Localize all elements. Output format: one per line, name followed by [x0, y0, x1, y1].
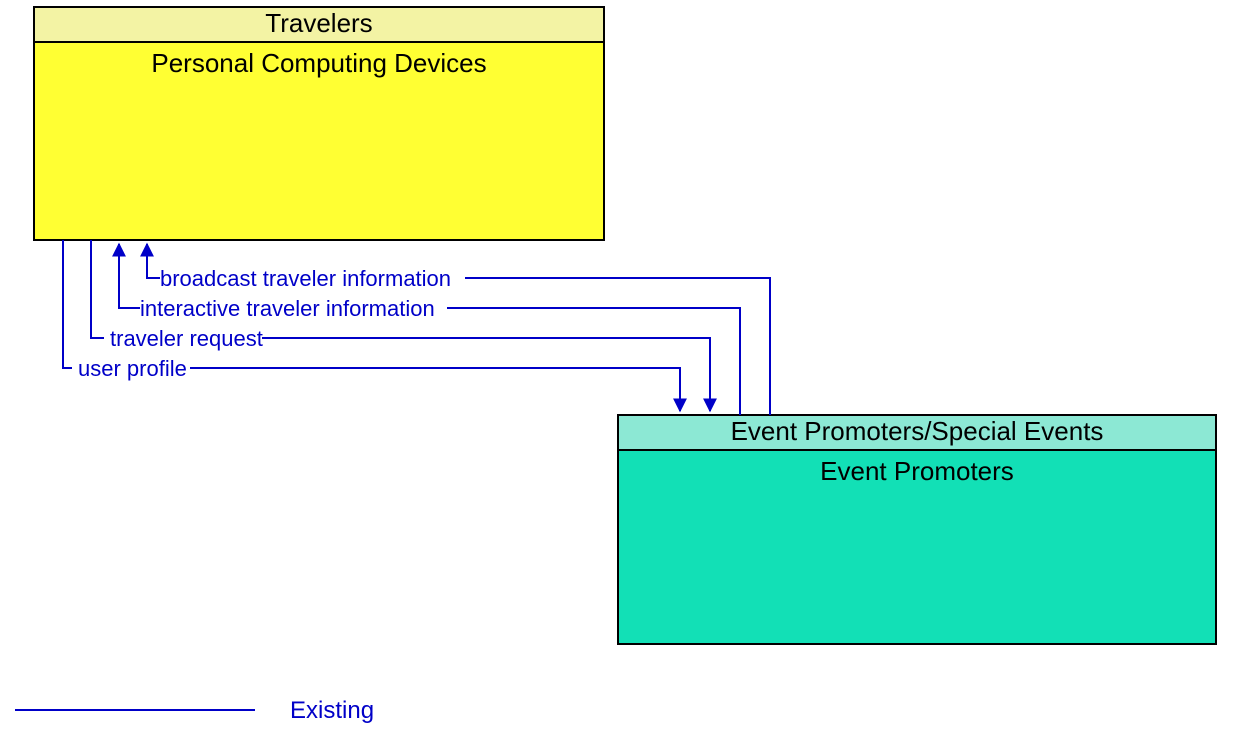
node-event-promoters: Event Promoters/Special Events Event Pro…: [618, 415, 1216, 644]
flow-broadcast-label: broadcast traveler information: [160, 266, 451, 291]
flow-interactive-label: interactive traveler information: [140, 296, 435, 321]
flow-user-profile-label: user profile: [78, 356, 187, 381]
node-travelers-body: Personal Computing Devices: [151, 48, 486, 78]
node-travelers-header: Travelers: [265, 8, 372, 38]
architecture-diagram: Travelers Personal Computing Devices Eve…: [0, 0, 1252, 748]
flow-traveler-request-label: traveler request: [110, 326, 263, 351]
legend-existing-label: Existing: [290, 697, 374, 724]
node-event-body: Event Promoters: [820, 456, 1014, 486]
legend-existing: Existing: [15, 697, 374, 724]
node-travelers: Travelers Personal Computing Devices: [34, 7, 604, 240]
node-event-header: Event Promoters/Special Events: [731, 416, 1104, 446]
